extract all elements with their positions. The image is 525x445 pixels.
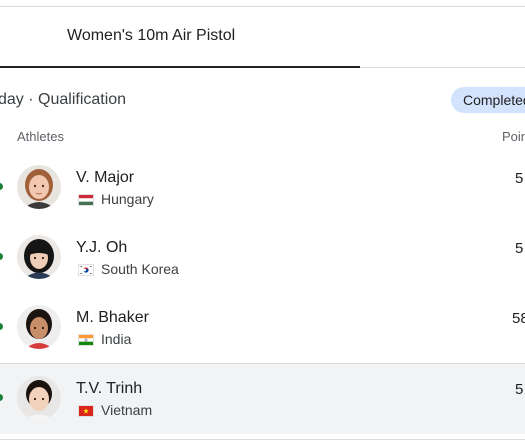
results-panel: Women's 10m Air Pistol day · Qualificati… <box>0 0 525 445</box>
table-header: Athletes Points <box>0 126 525 148</box>
table-row[interactable]: V. Major Hungary 5 <box>0 153 525 223</box>
avatar <box>17 165 61 209</box>
points-value: 5 <box>515 240 524 257</box>
points-value: 58 <box>512 310 525 327</box>
avatar <box>17 305 61 349</box>
table-row[interactable]: Y.J. Oh South Korea 5 <box>0 223 525 293</box>
country-name: India <box>101 331 132 347</box>
avatar <box>17 376 61 420</box>
session-header: day · Qualification Completed <box>0 86 525 114</box>
flag-south-korea-icon <box>78 264 94 276</box>
avatar <box>17 235 61 279</box>
athlete-name: V. Major <box>76 169 135 186</box>
country-name: South Korea <box>101 261 179 277</box>
flag-vietnam-icon <box>78 405 94 417</box>
country-name: Hungary <box>101 191 154 207</box>
qualified-indicator-icon <box>0 253 3 260</box>
athlete-name: M. Bhaker <box>76 309 149 326</box>
flag-hungary-icon <box>78 194 94 206</box>
points-value: 5 <box>515 170 524 187</box>
qualified-indicator-icon <box>0 394 3 401</box>
flag-india-icon <box>78 334 94 346</box>
table-row-selected[interactable]: T.V. Trinh Vietnam 5 <box>0 363 525 434</box>
athlete-name: Y.J. Oh <box>76 239 128 256</box>
tab-label: Women's 10m Air Pistol <box>67 27 236 44</box>
status-badge: Completed <box>451 87 525 113</box>
tab-active-indicator <box>0 66 360 68</box>
athlete-name: T.V. Trinh <box>76 380 143 397</box>
qualified-indicator-icon <box>0 323 3 330</box>
column-header-athletes: Athletes <box>17 129 64 144</box>
bottom-divider <box>0 439 525 440</box>
qualified-indicator-icon <box>0 183 3 190</box>
table-row[interactable]: M. Bhaker India 58 <box>0 293 525 363</box>
country-name: Vietnam <box>101 402 153 418</box>
tab-womens-10m-air-pistol[interactable]: Women's 10m Air Pistol <box>0 7 360 68</box>
points-value: 5 <box>515 381 524 398</box>
session-label: day · Qualification <box>0 91 127 108</box>
column-header-points: Points <box>502 129 525 144</box>
event-tab-bar: Women's 10m Air Pistol <box>0 7 525 68</box>
